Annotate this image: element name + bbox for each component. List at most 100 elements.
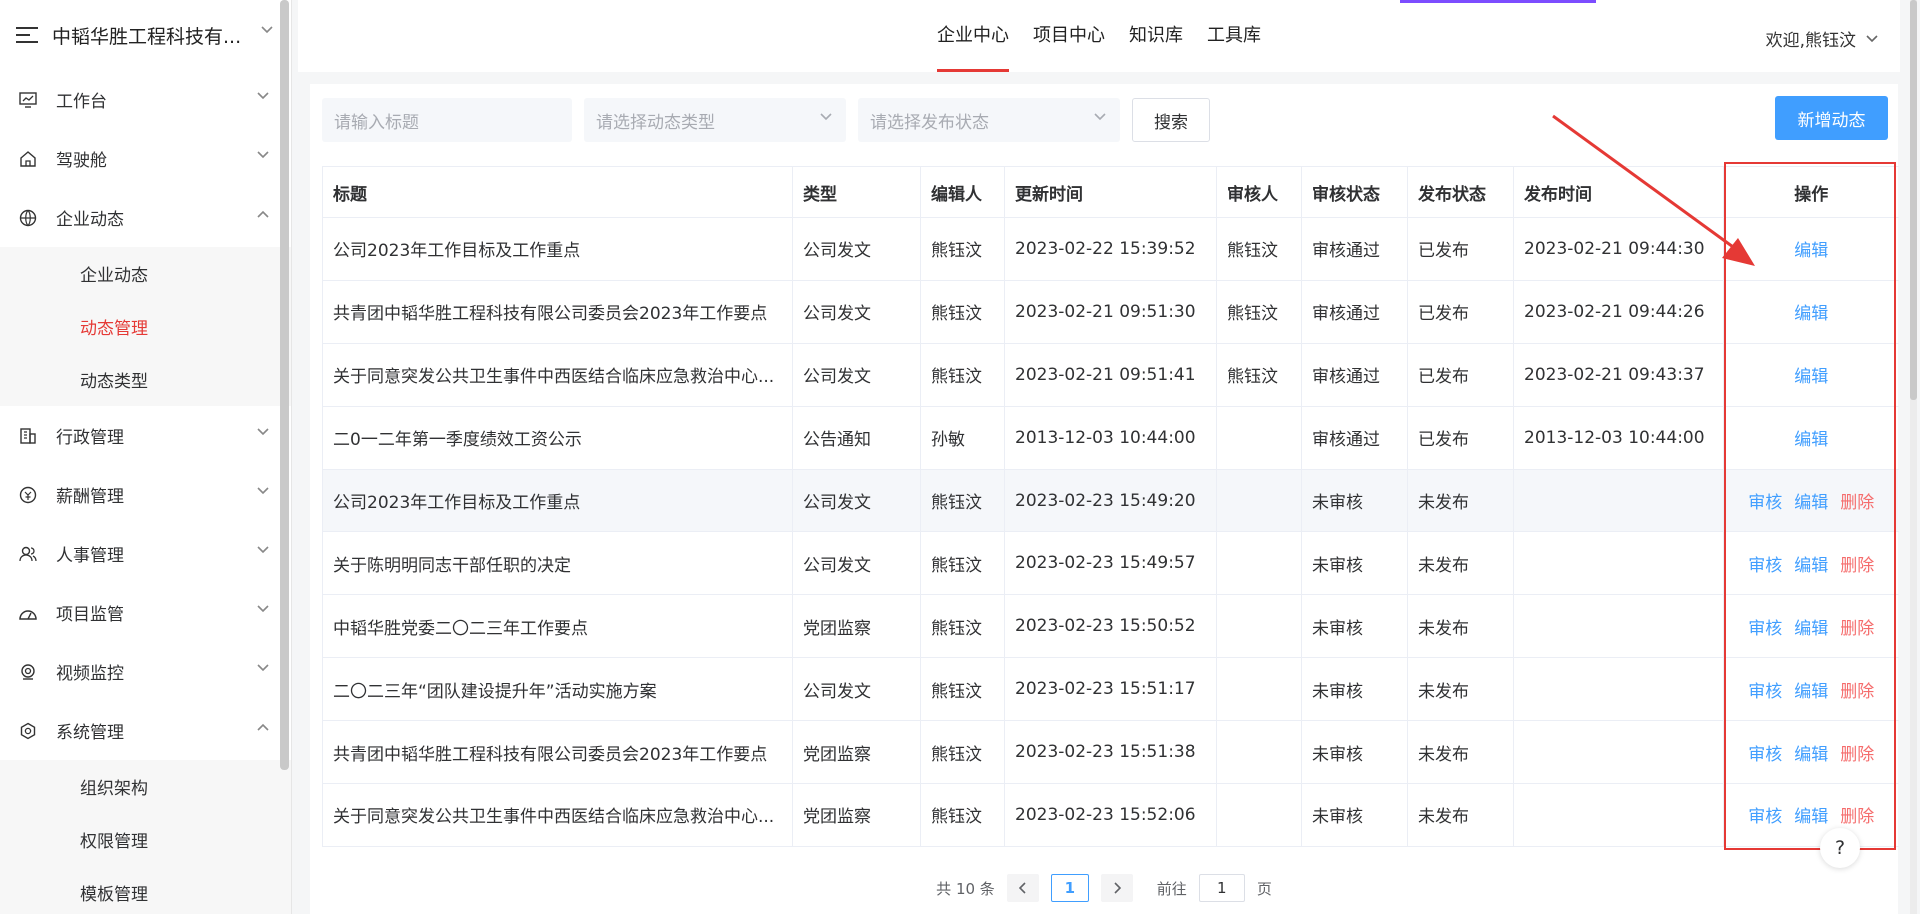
chevron-up-icon (257, 723, 269, 731)
sidebar-item-0[interactable]: 工作台 (0, 70, 291, 129)
status-select-placeholder: 请选择发布状态 (870, 112, 989, 133)
cell-updated: 2023-02-23 15:51:38 (1004, 720, 1217, 785)
table-row: 关于同意突发公共卫生事件中西医结合临床应急救治中心... 党团监察 熊钰汶 2023-… (322, 783, 1899, 847)
chevron-right-icon (1114, 882, 1121, 894)
cell-reviewer (1216, 594, 1302, 659)
search-button[interactable]: 搜索 (1132, 98, 1210, 142)
cell-reviewer: 熊钰汶 (1216, 343, 1302, 407)
nav-tab[interactable]: 项目中心 (1021, 0, 1117, 72)
type-select[interactable]: 请选择动态类型 (584, 98, 846, 142)
cell-updated: 2023-02-21 09:51:30 (1004, 280, 1217, 344)
table-row: 公司2023年工作目标及工作重点 公司发文 熊钰汶 2023-02-22 15:39:… (322, 217, 1899, 281)
table-row: 二0一二年第一季度绩效工资公示 公告通知 孙敏 2013-12-03 10:44:00… (322, 406, 1899, 470)
page-scrollbar[interactable] (1910, 0, 1917, 914)
cell-review-status: 审核通过 (1301, 217, 1408, 281)
chevron-up-icon (257, 210, 269, 218)
sidebar-item-5[interactable]: 人事管理 (0, 524, 291, 583)
nav-tab[interactable]: 工具库 (1195, 0, 1273, 72)
goto-page-input[interactable]: 1 (1198, 874, 1245, 902)
cell-published: 2023-02-21 09:44:26 (1513, 280, 1724, 344)
column-header: 标题 (322, 166, 793, 218)
table-row: 关于同意突发公共卫生事件中西医结合临床应急救治中心... 公司发文 熊钰汶 2023-… (322, 343, 1899, 407)
cell-editor: 熊钰汶 (920, 594, 1005, 659)
cell-publish-status: 未发布 (1407, 720, 1514, 785)
cell-reviewer (1216, 720, 1302, 785)
cell-updated: 2023-02-23 15:51:17 (1004, 657, 1217, 722)
next-page-button[interactable] (1100, 874, 1133, 902)
wallet-icon (18, 485, 38, 505)
goto-suffix: 页 (1256, 879, 1272, 898)
cell-reviewer (1216, 406, 1302, 470)
cell-editor: 熊钰汶 (920, 783, 1005, 847)
cell-published (1513, 531, 1724, 596)
status-select[interactable]: 请选择发布状态 (858, 98, 1120, 142)
sidebar-subitem[interactable]: 动态管理 (0, 300, 291, 353)
sidebar-submenu: 企业动态 动态管理 动态类型 (0, 247, 291, 406)
settings-icon (18, 721, 38, 741)
help-button[interactable]: ? (1820, 828, 1860, 868)
cell-editor: 熊钰汶 (920, 217, 1005, 281)
cell-publish-status: 未发布 (1407, 469, 1514, 533)
cell-type: 公司发文 (792, 657, 921, 722)
nav-tab[interactable]: 知识库 (1117, 0, 1195, 72)
sidebar-subitem[interactable]: 动态类型 (0, 353, 291, 406)
column-header: 类型 (792, 166, 921, 218)
cell-type: 公司发文 (792, 280, 921, 344)
prev-page-button[interactable] (1006, 874, 1039, 902)
sidebar-item-1[interactable]: 驾驶舱 (0, 129, 291, 188)
chevron-down-icon (1866, 34, 1878, 42)
sidebar-item-label: 行政管理 (56, 428, 124, 448)
monitor-icon (18, 90, 38, 110)
table-row: 共青团中韬华胜工程科技有限公司委员会2023年工作要点 公司发文 熊钰汶 2023-0… (322, 280, 1899, 344)
sidebar-item-label: 视频监控 (56, 664, 124, 684)
cell-published: 2023-02-21 09:43:37 (1513, 343, 1724, 407)
cell-publish-status: 已发布 (1407, 217, 1514, 281)
filter-bar: 请输入标题 请选择动态类型 请选择发布状态 搜索 (322, 98, 1210, 142)
sidebar-item-label: 系统管理 (56, 723, 124, 743)
sidebar-subitem[interactable]: 企业动态 (0, 247, 291, 300)
cell-type: 公司发文 (792, 343, 921, 407)
sidebar-subitem[interactable]: 组织架构 (0, 760, 291, 813)
user-menu[interactable]: 欢迎,熊钰汶 (1766, 26, 1878, 51)
chevron-down-icon (257, 664, 269, 672)
sidebar-subitem[interactable]: 权限管理 (0, 813, 291, 866)
sidebar-item-8[interactable]: 系统管理 (0, 701, 291, 760)
cell-type: 党团监察 (792, 720, 921, 785)
cell-reviewer: 熊钰汶 (1216, 280, 1302, 344)
cell-publish-status: 已发布 (1407, 343, 1514, 407)
sidebar-item-3[interactable]: 行政管理 (0, 406, 291, 465)
content-panel: 请输入标题 请选择动态类型 请选择发布状态 搜索 新增动态 标题 类型 编辑人 更新时… (310, 84, 1899, 914)
sidebar-item-4[interactable]: 薪酬管理 (0, 465, 291, 524)
cell-published: 2023-02-21 09:44:30 (1513, 217, 1724, 281)
annotation-highlight-box (1724, 162, 1896, 850)
sidebar-subitem[interactable]: 模板管理 (0, 866, 291, 914)
add-news-button[interactable]: 新增动态 (1775, 96, 1888, 140)
cell-publish-status: 未发布 (1407, 594, 1514, 659)
title-input[interactable]: 请输入标题 (322, 98, 572, 142)
cell-publish-status: 已发布 (1407, 406, 1514, 470)
cell-updated: 2013-12-03 10:44:00 (1004, 406, 1217, 470)
chevron-down-icon (257, 428, 269, 436)
globe-icon (18, 208, 38, 228)
sidebar-item-6[interactable]: 项目监管 (0, 583, 291, 642)
pagination: 共 10 条 1 前往 1 页 (310, 874, 1898, 902)
page-number-current[interactable]: 1 (1050, 874, 1089, 902)
cell-title: 共青团中韬华胜工程科技有限公司委员会2023年工作要点 (322, 720, 793, 785)
sidebar-brand[interactable]: 中韬华胜工程科技有... (0, 0, 291, 70)
sidebar-item-7[interactable]: 视频监控 (0, 642, 291, 701)
cell-review-status: 审核通过 (1301, 343, 1408, 407)
table-body: 公司2023年工作目标及工作重点 公司发文 熊钰汶 2023-02-22 15:39:… (322, 217, 1899, 847)
chevron-down-icon (261, 26, 273, 34)
menu-fold-icon[interactable] (16, 26, 38, 44)
cell-type: 党团监察 (792, 594, 921, 659)
cell-title: 关于同意突发公共卫生事件中西医结合临床应急救治中心... (322, 783, 793, 847)
chevron-down-icon (1094, 113, 1106, 121)
sidebar-item-2[interactable]: 企业动态 (0, 188, 291, 247)
table-row: 二〇二三年“团队建设提升年”活动实施方案 公司发文 熊钰汶 2023-02-23 15… (322, 657, 1899, 722)
sidebar-item-label: 企业动态 (56, 210, 124, 230)
cell-title: 二〇二三年“团队建设提升年”活动实施方案 (322, 657, 793, 722)
cell-reviewer: 熊钰汶 (1216, 217, 1302, 281)
cell-review-status: 未审核 (1301, 531, 1408, 596)
nav-tab[interactable]: 企业中心 (925, 0, 1021, 72)
location-icon (18, 662, 38, 682)
